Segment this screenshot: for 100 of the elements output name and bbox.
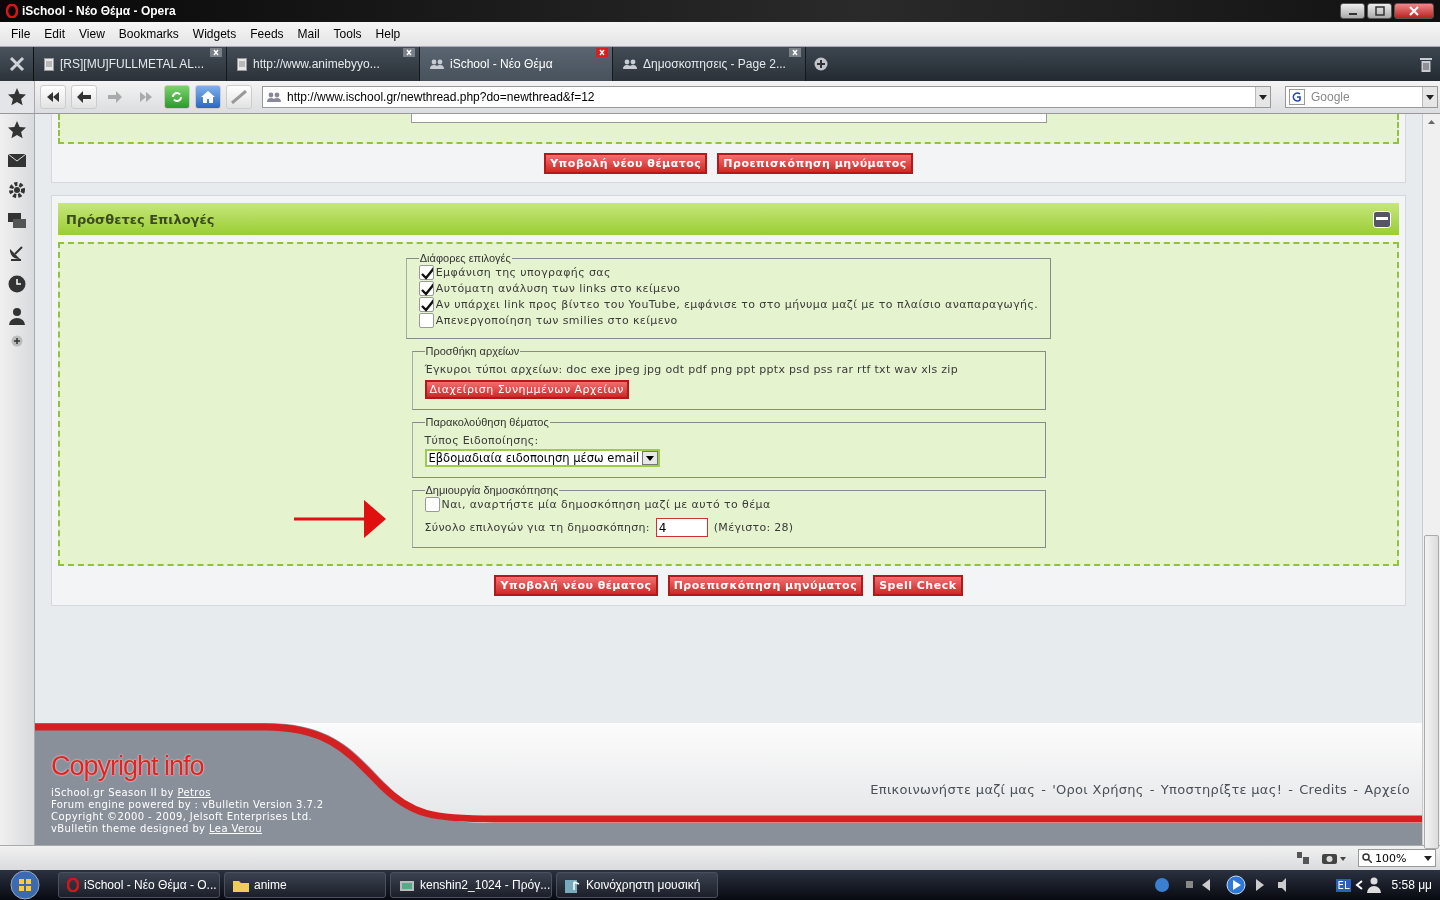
browser-tab[interactable]: [RS][MU]FULLMETAL AL... — [34, 47, 227, 81]
separator: - — [1353, 781, 1359, 797]
checkbox-label: Αν υπάρχει link προς βίντεο του YouTube, εμφάνισε το στο μήνυμα μαζί με το πλαίσιο αναπαραγωγής. — [435, 297, 1039, 311]
home-icon — [201, 90, 215, 104]
checkbox-label: Ναι, αναρτήστε μία δημοσκόπηση μαζί με αυτό το θέμα — [441, 497, 771, 511]
zoom-icon — [1362, 853, 1372, 863]
text-area[interactable] — [410, 114, 1047, 123]
taskbar-button[interactable]: kenshin2_1024 - Πρόγ... — [390, 872, 552, 898]
browser-tab[interactable]: Δημοσκοπησεις - Page 2... — [613, 47, 806, 81]
dropdown-arrow-icon — [646, 455, 655, 461]
clock-time: 5:58 μμ — [1391, 878, 1432, 892]
camera-icon[interactable] — [1322, 852, 1346, 864]
separator: - — [1288, 781, 1294, 797]
chat-icon[interactable] — [8, 213, 26, 229]
manage-attachments-button[interactable]: Διαχείριση Συνημμένων Αρχείων — [424, 380, 629, 399]
checkbox[interactable] — [418, 312, 434, 328]
submit-button[interactable]: Υποβολή νέου θέματος — [494, 575, 658, 596]
input-field[interactable]: 4 — [655, 518, 708, 537]
dropdown-arrow-icon — [1424, 855, 1432, 861]
fieldset-legend: Παρακολούθηση θέματος — [424, 416, 550, 428]
rewind-icon — [46, 91, 60, 103]
collapse-button[interactable] — [1373, 210, 1391, 228]
address-field[interactable]: http://www.ischool.gr/newthread.php?do=newthread&f=12 — [262, 86, 1271, 108]
maximize-icon — [1374, 6, 1385, 16]
rewind-button[interactable] — [40, 85, 66, 109]
checkbox[interactable] — [424, 496, 440, 512]
maximize-button[interactable] — [1367, 3, 1392, 19]
mail-icon[interactable] — [8, 154, 26, 167]
menu-item[interactable]: Help — [368, 27, 408, 41]
footer-link[interactable]: 'Οροι Χρήσης — [1052, 781, 1144, 797]
settings-icon[interactable] — [8, 181, 26, 199]
footer-text: vBulletin theme designed by Lea Verou — [51, 823, 264, 835]
menu-item[interactable]: Widgets — [185, 27, 244, 41]
people-icon — [267, 92, 281, 102]
close-icon[interactable] — [789, 48, 801, 57]
person-icon[interactable] — [8, 307, 26, 325]
document-icon — [237, 57, 247, 71]
footer-link[interactable]: Υποστηρίξτε μας! — [1160, 781, 1283, 797]
notification-select[interactable]: Εβδομαδιαία ειδοποιηση μέσω email — [424, 449, 661, 467]
submit-button[interactable]: Υποβολή νέου θέματος — [544, 153, 708, 174]
separator: - — [1041, 781, 1047, 797]
separator: - — [1149, 781, 1155, 797]
search-field[interactable]: Google — [1285, 86, 1438, 108]
close-icon — [1409, 6, 1419, 16]
start-button[interactable] — [10, 870, 40, 900]
close-button[interactable] — [1394, 3, 1434, 19]
tools-button[interactable] — [0, 47, 34, 81]
fieldset-legend: Διάφορες επιλογές — [418, 252, 512, 264]
taskbar-button[interactable]: iSchool - Νέο Θέμα - O... — [58, 872, 220, 898]
language-indicator[interactable]: EL — [1335, 878, 1352, 892]
checkbox-label: Αυτόματη ανάλυση των links στο κείμενο — [435, 281, 681, 295]
fieldset-legend: Προσθήκη αρχείων — [424, 345, 521, 357]
document-icon — [44, 57, 54, 71]
menu-item[interactable]: Mail — [290, 27, 327, 41]
chevron-icon[interactable] — [1355, 880, 1364, 890]
menu-item[interactable]: Tools — [326, 27, 369, 41]
up-arrow-icon — [1428, 120, 1435, 124]
reload-button[interactable] — [164, 85, 190, 109]
footer-link[interactable]: Αρχείο — [1364, 781, 1410, 797]
taskbar-button[interactable]: Κοινόχρηστη μουσική — [556, 872, 718, 898]
checkbox[interactable] — [418, 280, 434, 296]
checkbox[interactable] — [418, 264, 434, 280]
person-icon[interactable] — [1367, 877, 1382, 893]
menu-item[interactable]: Bookmarks — [111, 27, 186, 41]
trash-icon[interactable] — [1420, 56, 1432, 72]
clock-icon[interactable] — [8, 275, 26, 293]
footer-link[interactable]: Επικοινωνήστε μαζί μας — [870, 781, 1036, 797]
menu-item[interactable]: Edit — [37, 27, 73, 41]
close-icon[interactable] — [403, 48, 415, 57]
back-button[interactable] — [71, 85, 97, 109]
taskbar-button[interactable]: anime — [224, 872, 386, 898]
reload-icon — [170, 90, 184, 104]
minus-icon — [1376, 217, 1388, 221]
close-icon[interactable] — [210, 48, 222, 57]
new-tab-icon[interactable] — [814, 57, 828, 71]
menu-item[interactable]: View — [72, 27, 112, 41]
minimize-icon — [1348, 13, 1357, 15]
wand-button[interactable] — [226, 85, 252, 109]
submit-button[interactable]: Προεπισκόπηση μηνύματος — [717, 153, 913, 174]
section-title: Πρόσθετες Επιλογές — [66, 211, 215, 227]
minimize-button[interactable] — [1340, 3, 1365, 19]
checkbox[interactable] — [418, 296, 434, 312]
footer-text: iSchool.gr Season II by Petros — [51, 787, 212, 799]
file-types-text: Έγκυροι τύποι αρχείων: doc exe jpeg jpg odt pdf png ppt pptx psd pss rar rtf txt wav xls zip — [424, 363, 959, 376]
fast-forward-icon — [139, 91, 153, 103]
browser-tab[interactable]: iSchool - Νέο Θέμα — [420, 47, 613, 81]
home-button[interactable] — [195, 85, 221, 109]
submit-button[interactable]: Spell Check — [873, 575, 963, 596]
footer-link[interactable]: Credits — [1299, 781, 1348, 797]
browser-tab[interactable]: http://www.animebyyo... — [227, 47, 420, 81]
menu-item[interactable]: File — [4, 27, 38, 41]
zoom-select[interactable]: 100% — [1358, 849, 1436, 867]
add-icon[interactable] — [11, 335, 23, 347]
star-icon[interactable] — [7, 120, 27, 140]
menu-item[interactable]: Feeds — [243, 27, 291, 41]
submit-button[interactable]: Προεπισκόπηση μηνύματος — [667, 575, 864, 596]
people-icon — [430, 59, 444, 69]
close-icon[interactable] — [596, 48, 608, 57]
star-icon[interactable] — [7, 87, 27, 107]
forward-icon — [108, 91, 122, 103]
